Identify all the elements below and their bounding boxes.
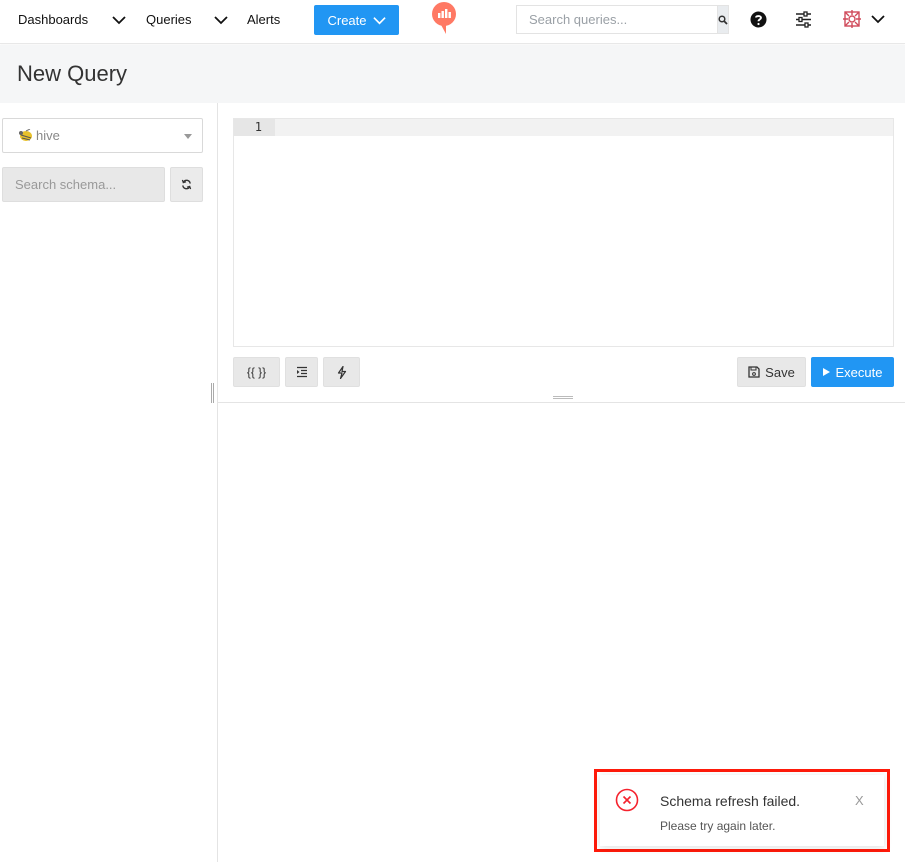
- lightning-icon: [337, 365, 346, 379]
- refresh-schema-button[interactable]: [170, 167, 203, 202]
- schema-sidebar: hive Search schema...: [0, 103, 218, 862]
- schema-search-input[interactable]: Search schema...: [2, 167, 165, 202]
- notification-body: Schema refresh failed. Please try again …: [600, 775, 884, 846]
- nav-queries-label: Queries: [146, 12, 192, 27]
- refresh-icon: [181, 179, 192, 190]
- nav-queries[interactable]: Queries: [146, 0, 192, 40]
- error-notification: Schema refresh failed. Please try again …: [594, 769, 890, 852]
- avatar-icon[interactable]: [842, 9, 862, 29]
- settings-sliders-icon[interactable]: [794, 10, 813, 29]
- add-parameter-label: {{ }}: [246, 365, 267, 379]
- autocomplete-toggle-button[interactable]: [323, 357, 360, 387]
- chevron-down-icon[interactable]: [112, 13, 126, 27]
- nav-dashboards-label: Dashboards: [18, 12, 89, 27]
- line-number: 1: [234, 119, 275, 136]
- help-icon[interactable]: [750, 11, 767, 28]
- save-icon: [748, 366, 760, 378]
- query-search: [516, 5, 729, 34]
- nav-alerts-label: Alerts: [247, 12, 281, 27]
- chevron-down-icon[interactable]: [214, 13, 228, 27]
- indent-icon: [296, 366, 307, 378]
- nav-dashboards[interactable]: Dashboards: [18, 0, 88, 40]
- page-header: New Query: [0, 45, 905, 103]
- results-divider: [218, 402, 905, 403]
- execute-button-label: Execute: [835, 364, 883, 380]
- search-input[interactable]: [516, 5, 717, 34]
- schema-search-placeholder: Search schema...: [15, 177, 117, 192]
- add-parameter-button[interactable]: {{ }}: [233, 357, 280, 387]
- error-circle-icon: [615, 788, 639, 812]
- query-editor[interactable]: 1: [233, 118, 894, 347]
- datasource-select[interactable]: hive: [2, 118, 203, 153]
- search-icon: [718, 14, 728, 25]
- caret-down-icon: [184, 134, 192, 139]
- redash-logo-icon[interactable]: [430, 1, 460, 35]
- sidebar-resize-handle[interactable]: [211, 383, 214, 403]
- page-title[interactable]: New Query: [17, 61, 127, 87]
- chevron-down-icon[interactable]: [871, 12, 885, 26]
- datasource-label: hive: [36, 128, 60, 143]
- active-line: [234, 119, 893, 136]
- search-button[interactable]: [717, 5, 729, 34]
- nav-alerts[interactable]: Alerts: [247, 0, 280, 40]
- create-button-label: Create: [327, 12, 367, 28]
- create-button[interactable]: Create: [314, 5, 399, 35]
- save-button-label: Save: [765, 364, 795, 380]
- chevron-down-icon: [372, 16, 386, 24]
- save-button[interactable]: Save: [737, 357, 806, 387]
- top-navbar: Dashboards Queries Alerts Create: [0, 0, 905, 44]
- close-icon[interactable]: X: [855, 793, 864, 808]
- notification-title: Schema refresh failed.: [660, 793, 801, 809]
- format-query-button[interactable]: [285, 357, 318, 387]
- notification-description: Please try again later.: [660, 819, 776, 833]
- play-icon: [822, 368, 830, 376]
- hive-icon: [19, 129, 32, 141]
- execute-button[interactable]: Execute: [811, 357, 894, 387]
- editor-resize-handle[interactable]: [553, 396, 573, 399]
